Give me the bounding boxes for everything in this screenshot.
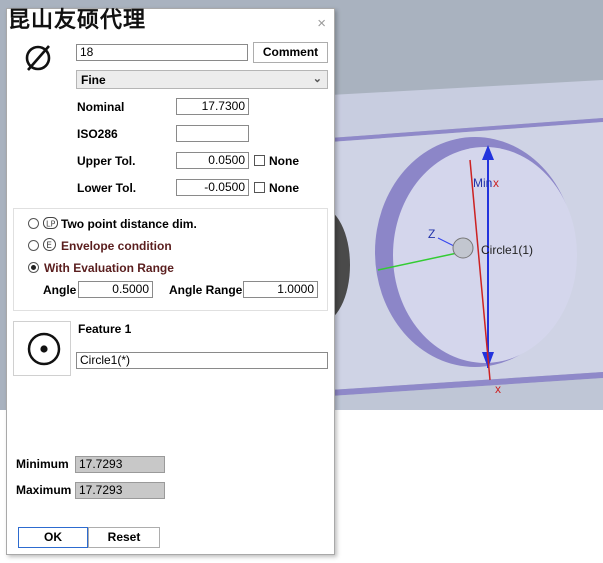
angle-label: Angle bbox=[43, 283, 77, 297]
angle-range-label: Angle Range bbox=[169, 283, 243, 297]
radio-two-point[interactable] bbox=[28, 218, 39, 229]
ok-button[interactable]: OK bbox=[18, 527, 88, 548]
iso286-label: ISO286 bbox=[77, 127, 118, 141]
upper-tol-field[interactable]: 0.0500 bbox=[176, 152, 249, 169]
maximum-value: 17.7293 bbox=[75, 482, 165, 499]
lower-tol-field[interactable]: -0.0500 bbox=[176, 179, 249, 196]
svg-text:E: E bbox=[46, 241, 52, 251]
angle-range-field[interactable]: 1.0000 bbox=[243, 281, 318, 298]
dimension-dialog: × 18 Comment Fine ⌄ Nominal 17.7300 ISO2… bbox=[6, 8, 335, 555]
upper-tol-label: Upper Tol. bbox=[77, 154, 136, 168]
maximum-label: Maximum bbox=[16, 483, 72, 497]
id-field[interactable]: 18 bbox=[76, 44, 248, 61]
two-point-label: Two point distance dim. bbox=[61, 217, 197, 231]
min-x-marker: x bbox=[493, 176, 499, 190]
min-label: Min bbox=[473, 176, 493, 190]
lower-none-label: None bbox=[269, 181, 299, 195]
two-point-icon: LP bbox=[43, 217, 58, 229]
envelope-label: Envelope condition bbox=[61, 239, 172, 253]
z-axis-label: Z bbox=[428, 227, 436, 241]
comment-button[interactable]: Comment bbox=[253, 42, 328, 63]
fit-select-value: Fine bbox=[81, 73, 106, 87]
iso286-field[interactable] bbox=[176, 125, 249, 142]
circle-label: Circle1(1) bbox=[481, 243, 534, 257]
upper-none-checkbox[interactable] bbox=[254, 155, 265, 166]
evaluation-range-label: With Evaluation Range bbox=[44, 261, 174, 275]
minimum-label: Minimum bbox=[16, 457, 69, 471]
bottom-x-marker: x bbox=[495, 382, 501, 396]
reset-button[interactable]: Reset bbox=[88, 527, 160, 548]
circle-feature-icon bbox=[27, 332, 61, 366]
diameter-icon bbox=[21, 41, 55, 75]
radio-envelope[interactable] bbox=[28, 240, 39, 251]
feature-1-button[interactable] bbox=[13, 321, 71, 376]
minimum-value: 17.7293 bbox=[75, 456, 165, 473]
nominal-field[interactable]: 17.7300 bbox=[176, 98, 249, 115]
upper-none-label: None bbox=[269, 154, 299, 168]
lower-tol-label: Lower Tol. bbox=[77, 181, 137, 195]
envelope-e-icon: E bbox=[43, 238, 56, 251]
nominal-label: Nominal bbox=[77, 100, 125, 114]
chevron-down-icon: ⌄ bbox=[312, 73, 322, 85]
svg-text:LP: LP bbox=[46, 220, 55, 229]
lower-none-checkbox[interactable] bbox=[254, 182, 265, 193]
fit-select[interactable]: Fine ⌄ bbox=[76, 70, 328, 89]
watermark-text: 昆山友硕代理 bbox=[8, 7, 147, 33]
radio-evaluation-range[interactable] bbox=[28, 262, 39, 273]
feature-1-field[interactable]: Circle1(*) bbox=[76, 352, 328, 369]
angle-field[interactable]: 0.5000 bbox=[78, 281, 153, 298]
close-icon[interactable]: × bbox=[317, 15, 326, 32]
feature-1-label: Feature 1 bbox=[78, 322, 132, 336]
